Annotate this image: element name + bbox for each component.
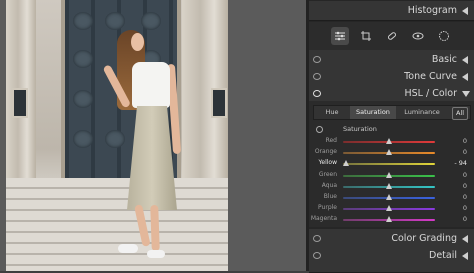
slider-thumb[interactable] bbox=[386, 216, 392, 223]
saturation-slider-green[interactable]: Green 0 bbox=[309, 170, 474, 181]
hsl-panel: Hue Saturation Luminance All Saturation … bbox=[309, 101, 474, 227]
saturation-slider-aqua[interactable]: Aqua 0 bbox=[309, 181, 474, 192]
tab-saturation[interactable]: Saturation bbox=[350, 106, 396, 119]
saturation-slider-purple[interactable]: Purple 0 bbox=[309, 203, 474, 214]
slider-thumb[interactable] bbox=[386, 171, 392, 178]
expand-icon[interactable] bbox=[462, 91, 470, 97]
masking-icon[interactable] bbox=[435, 27, 453, 45]
slider-value[interactable]: 0 bbox=[463, 215, 467, 223]
hsl-title: HSL / Color bbox=[404, 88, 457, 99]
tab-all[interactable]: All bbox=[452, 107, 468, 120]
develop-panel: Histogram Basic Tone Curve HSL / Color H… bbox=[309, 0, 474, 273]
saturation-slider-red[interactable]: Red 0 bbox=[309, 136, 474, 147]
tool-strip bbox=[309, 22, 474, 51]
slider-label: Red bbox=[325, 137, 337, 144]
next-panel-header[interactable] bbox=[309, 265, 474, 273]
slider-value[interactable]: 0 bbox=[463, 193, 467, 201]
basic-title: Basic bbox=[431, 54, 457, 65]
slider-value[interactable]: 0 bbox=[463, 204, 467, 212]
eye-icon[interactable] bbox=[313, 56, 321, 63]
color-grading-title: Color Grading bbox=[391, 233, 457, 244]
histogram-title: Histogram bbox=[407, 5, 457, 16]
hsl-tab-bar: Hue Saturation Luminance All bbox=[313, 105, 471, 120]
model-face bbox=[131, 33, 144, 51]
red-eye-icon[interactable] bbox=[409, 27, 427, 45]
slider-label: Yellow bbox=[318, 159, 337, 167]
saturation-section-title: Saturation bbox=[343, 125, 377, 133]
slider-thumb[interactable] bbox=[342, 160, 349, 167]
slider-thumb[interactable] bbox=[386, 182, 392, 189]
model-shoe bbox=[147, 250, 165, 258]
tone-curve-title: Tone Curve bbox=[404, 71, 457, 82]
slider-label: Aqua bbox=[321, 181, 337, 189]
healing-icon[interactable] bbox=[383, 27, 401, 45]
collapse-icon[interactable] bbox=[462, 7, 468, 15]
slider-value[interactable]: 0 bbox=[463, 171, 467, 179]
tab-hue[interactable]: Hue bbox=[314, 106, 350, 119]
slider-value[interactable]: - 94 bbox=[454, 159, 467, 167]
slider-value[interactable]: 0 bbox=[463, 148, 467, 156]
slider-label: Orange bbox=[314, 148, 337, 156]
slider-value[interactable]: 0 bbox=[463, 137, 467, 145]
slider-value[interactable]: 0 bbox=[463, 182, 467, 190]
tab-luminance[interactable]: Luminance bbox=[396, 106, 448, 119]
window bbox=[211, 88, 227, 118]
eye-icon[interactable] bbox=[313, 235, 321, 242]
collapse-icon[interactable] bbox=[462, 252, 468, 260]
stone-steps bbox=[6, 178, 228, 271]
histogram-header[interactable]: Histogram bbox=[309, 1, 474, 21]
eye-icon[interactable] bbox=[313, 90, 321, 97]
eye-icon[interactable] bbox=[313, 73, 321, 80]
saturation-slider-orange[interactable]: Orange 0 bbox=[309, 147, 474, 158]
detail-header[interactable]: Detail bbox=[309, 246, 474, 266]
target-adjust-icon[interactable] bbox=[316, 126, 323, 133]
slider-thumb[interactable] bbox=[386, 194, 392, 200]
eye-icon[interactable] bbox=[313, 252, 321, 259]
saturation-slider-magenta[interactable]: Magenta 0 bbox=[309, 214, 474, 225]
slider-label: Blue bbox=[323, 193, 337, 200]
collapse-icon[interactable] bbox=[462, 235, 468, 243]
slider-thumb[interactable] bbox=[386, 138, 392, 144]
slider-track[interactable] bbox=[343, 163, 435, 166]
photo-preview bbox=[6, 0, 228, 271]
slider-thumb[interactable] bbox=[386, 205, 392, 212]
collapse-icon[interactable] bbox=[462, 56, 468, 64]
window bbox=[12, 88, 28, 118]
edit-sliders-icon[interactable] bbox=[331, 27, 349, 45]
saturation-slider-blue[interactable]: Blue 0 bbox=[309, 192, 474, 203]
crop-icon[interactable] bbox=[357, 27, 375, 45]
model-shoe bbox=[118, 244, 138, 253]
photo-canvas[interactable] bbox=[0, 0, 306, 271]
collapse-icon[interactable] bbox=[462, 73, 468, 81]
slider-label: Green bbox=[318, 170, 337, 178]
slider-thumb[interactable] bbox=[386, 149, 392, 156]
slider-label: Magenta bbox=[310, 215, 337, 223]
model-leg bbox=[150, 204, 160, 252]
saturation-slider-yellow[interactable]: Yellow - 94 bbox=[309, 158, 474, 169]
model-top bbox=[132, 62, 170, 108]
detail-title: Detail bbox=[429, 250, 457, 261]
slider-label: Purple bbox=[318, 204, 337, 212]
